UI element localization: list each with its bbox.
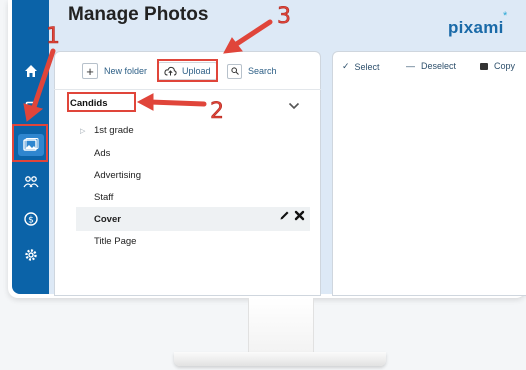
monitor-neck [248, 298, 314, 356]
pixami-logo: pixami [448, 18, 504, 37]
plus-icon: + [82, 63, 98, 79]
delete-x-icon[interactable] [294, 210, 305, 221]
deselect-label: Deselect [421, 61, 457, 71]
annotation-number-3: 3 [277, 4, 292, 30]
gear-icon[interactable] [18, 244, 44, 266]
people-icon[interactable] [18, 171, 44, 193]
pencil-icon[interactable] [279, 210, 290, 221]
minus-icon: — [406, 61, 415, 71]
folder-item[interactable]: Ads [94, 148, 110, 159]
folder-item[interactable]: Staff [94, 192, 113, 203]
deselect-button[interactable]: — Deselect [406, 61, 456, 71]
svg-text:$: $ [28, 216, 34, 226]
search-button[interactable]: Search [227, 62, 277, 80]
new-folder-label: New folder [104, 66, 148, 76]
search-icon [227, 63, 242, 79]
expand-triangle-icon[interactable]: ▷ [80, 127, 85, 135]
folder-item[interactable]: Cover [94, 214, 121, 225]
select-button[interactable]: ✓ Select [342, 61, 380, 72]
highlight-upload [157, 59, 218, 82]
folder-item[interactable]: Advertising [94, 170, 141, 181]
new-folder-button[interactable]: + New folder [82, 62, 147, 80]
home-icon[interactable] [18, 60, 44, 82]
copy-button[interactable]: Copy [480, 61, 515, 71]
copy-icon [480, 62, 488, 70]
photos-panel [332, 51, 526, 296]
book-icon[interactable] [18, 97, 44, 119]
page-title: Manage Photos [68, 4, 209, 25]
select-label: Select [354, 61, 380, 72]
logo-star-icon: * [503, 10, 508, 22]
chevron-down-icon[interactable] [288, 97, 300, 115]
folder-item[interactable]: Title Page [94, 236, 136, 247]
search-label: Search [248, 66, 277, 76]
folder-item[interactable]: 1st grade [94, 125, 134, 136]
check-icon: ✓ [342, 61, 350, 71]
annotation-number-2: 2 [210, 99, 225, 125]
highlight-photos-nav [12, 124, 48, 162]
annotation-number-1: 1 [46, 24, 61, 50]
monitor-base [174, 352, 386, 366]
toolbar-divider [54, 89, 321, 90]
dollar-icon[interactable]: $ [18, 208, 44, 230]
highlight-folder-dropdown [67, 92, 136, 112]
copy-label: Copy [494, 61, 516, 71]
folder-row-actions [279, 210, 305, 221]
